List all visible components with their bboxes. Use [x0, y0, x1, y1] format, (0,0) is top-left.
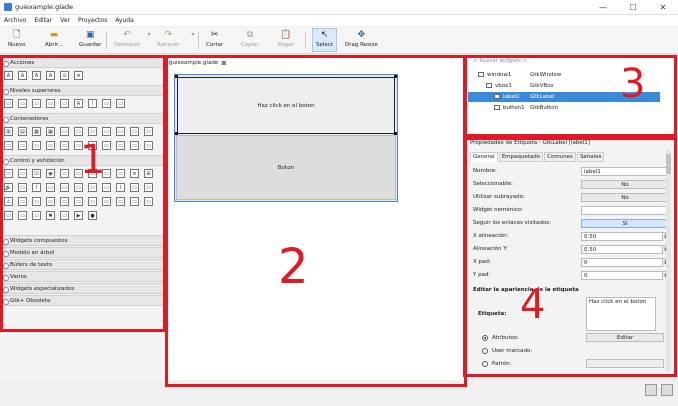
- annotation-number-2: 2: [278, 239, 309, 295]
- settings-icon[interactable]: [661, 384, 673, 396]
- copy-icon: ⧉: [246, 29, 254, 40]
- menu-ver[interactable]: Ver: [60, 17, 70, 24]
- drag-resize-button[interactable]: ✥ Drag Resize: [345, 29, 378, 49]
- redo-icon: ↷: [164, 29, 172, 40]
- cortar-button[interactable]: ✂ Cortar: [206, 29, 223, 49]
- paste-icon: 📋: [280, 29, 292, 40]
- title-bar: guiexample.glade — ☐ ✕: [0, 0, 678, 15]
- scissors-icon: ✂: [210, 29, 219, 40]
- close-button[interactable]: ✕: [648, 0, 678, 15]
- guardar-button[interactable]: ▣ Guardar: [79, 29, 101, 49]
- new-file-icon: 🗋: [13, 29, 21, 40]
- select-button[interactable]: ↖ Select: [312, 28, 337, 52]
- annotation-number-3: 3: [620, 61, 646, 107]
- nuevo-button[interactable]: 🗋 Nuevo: [8, 29, 26, 49]
- minimize-button[interactable]: —: [588, 0, 618, 15]
- menu-proyectos[interactable]: Proyectos: [78, 17, 107, 24]
- rehacer-button[interactable]: ↷ Rehacer: [157, 29, 179, 49]
- app-icon: [4, 3, 12, 11]
- annotation-box-2: [165, 55, 467, 387]
- copiar-button[interactable]: ⧉ Copiar: [241, 29, 259, 49]
- move-icon: ✥: [357, 29, 366, 40]
- menu-bar: Archivo Editar Ver Proyectos Ayuda: [0, 15, 678, 26]
- menu-editar[interactable]: Editar: [34, 17, 52, 24]
- save-icon: ▣: [85, 29, 95, 40]
- annotation-number-1: 1: [80, 137, 106, 183]
- deshacer-button[interactable]: ↶ Deshacer: [114, 29, 140, 49]
- palette-icon[interactable]: [645, 384, 657, 396]
- annotation-number-4: 4: [520, 282, 546, 328]
- abrir-button[interactable]: ▬ Abrir...: [45, 29, 63, 49]
- pegar-button[interactable]: 📋 Pegar: [278, 29, 294, 49]
- menu-archivo[interactable]: Archivo: [4, 17, 26, 24]
- folder-icon: ▬: [49, 29, 59, 40]
- pointer-icon: ↖: [320, 29, 329, 40]
- window-title: guiexample.glade: [15, 3, 74, 11]
- undo-icon: ↶: [123, 29, 131, 40]
- maximize-button[interactable]: ☐: [618, 0, 648, 15]
- deshacer-dropdown[interactable]: ▾: [143, 29, 155, 42]
- annotation-box-4: [463, 137, 677, 377]
- toolbar: 🗋 Nuevo ▬ Abrir... ▣ Guardar ↶ Deshacer ▾ ↷ R…: [0, 27, 678, 54]
- menu-ayuda[interactable]: Ayuda: [115, 17, 134, 24]
- annotation-box-1: [0, 55, 166, 332]
- chevron-down-icon: ▾: [147, 31, 151, 38]
